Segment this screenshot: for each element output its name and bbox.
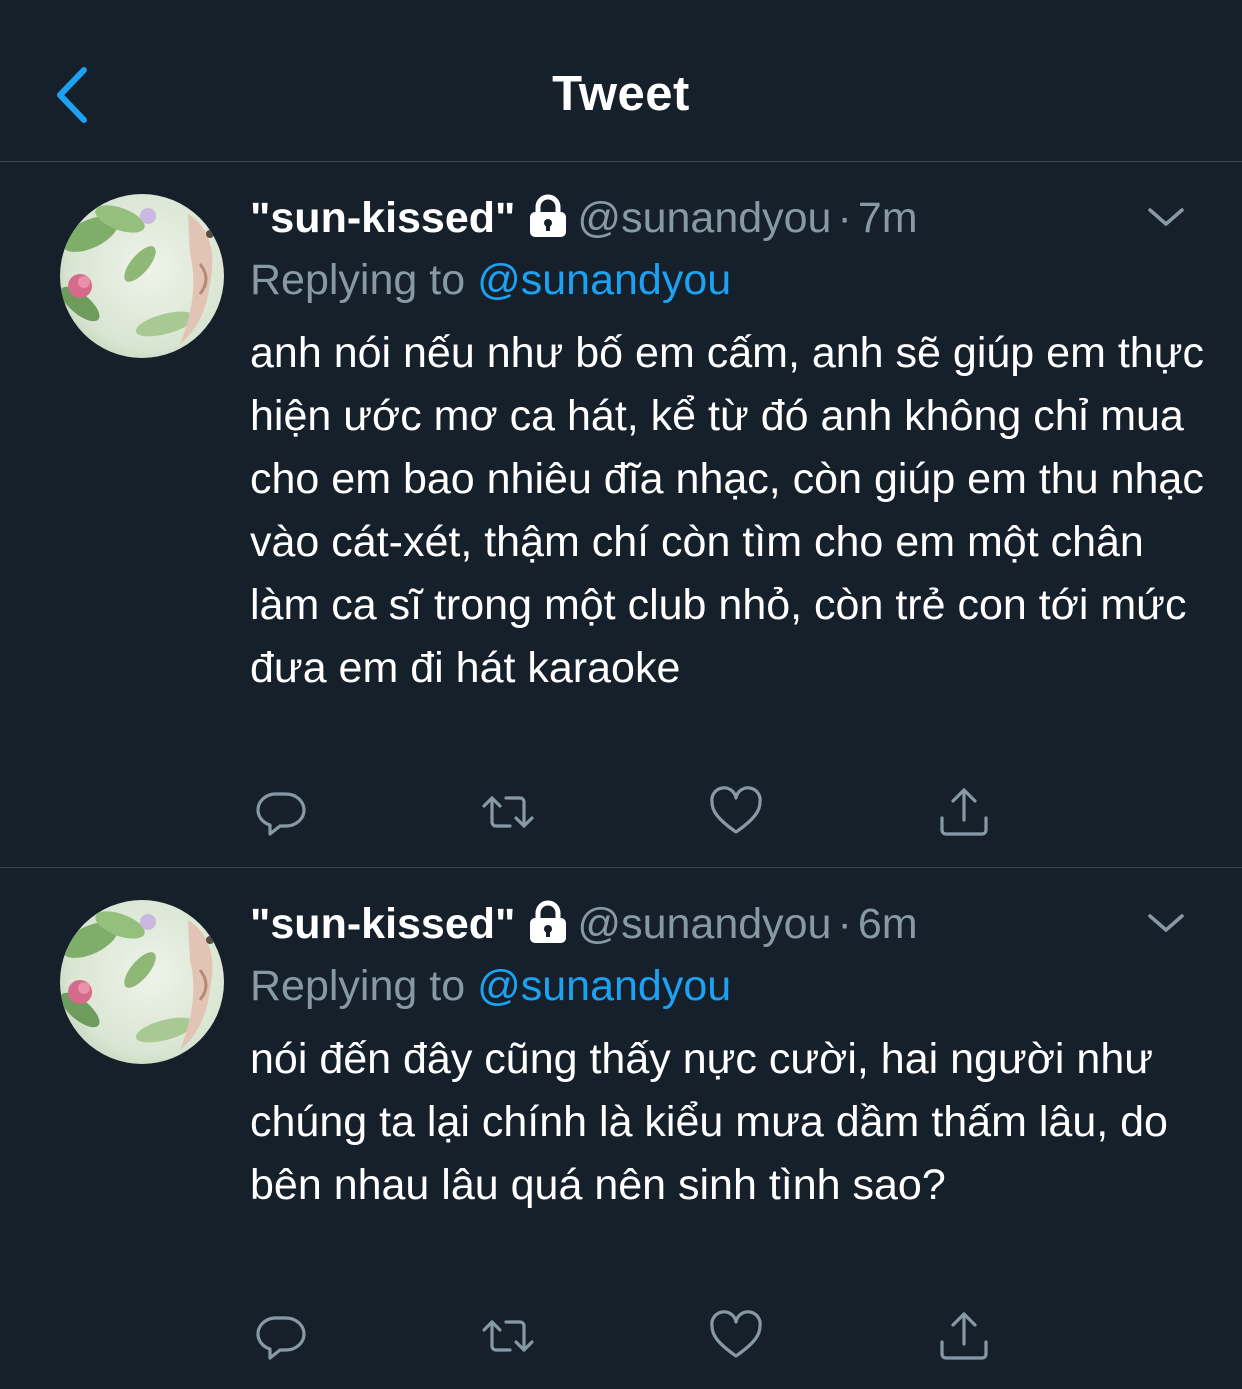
timestamp[interactable]: 7m — [858, 194, 918, 242]
display-name[interactable]: "sun-kissed" — [250, 900, 515, 948]
more-options-button[interactable] — [1146, 908, 1186, 938]
avatar[interactable] — [60, 900, 224, 1064]
user-handle[interactable]: @sunandyou — [577, 194, 831, 242]
user-handle[interactable]: @sunandyou — [577, 900, 831, 948]
tweet-header: "sun-kissed" @sunandyou · 6m — [250, 896, 918, 952]
replying-label: Replying to — [250, 256, 466, 304]
like-icon — [710, 786, 762, 834]
more-options-button[interactable] — [1146, 202, 1186, 232]
tweet-header: "sun-kissed" @sunandyou · 7m — [250, 190, 918, 246]
reply-icon — [256, 792, 306, 836]
separator-dot: · — [837, 900, 852, 948]
tweet-actions — [250, 782, 1010, 842]
separator-dot: · — [837, 194, 852, 242]
replying-to: Replying to @sunandyou — [250, 252, 731, 308]
reply-button[interactable] — [250, 1306, 310, 1366]
page-title: Tweet — [552, 67, 690, 121]
like-button[interactable] — [706, 1306, 766, 1366]
retweet-icon — [482, 1320, 534, 1352]
tweet-text: nói đến đây cũng thấy nực cười, hai ngườ… — [250, 1035, 1168, 1209]
timestamp[interactable]: 6m — [858, 900, 918, 948]
retweet-icon — [482, 796, 534, 828]
share-icon — [940, 1312, 988, 1360]
tweet[interactable]: "sun-kissed" @sunandyou · 7m Replying to @… — [0, 162, 1242, 868]
share-button[interactable] — [934, 782, 994, 842]
tweet-actions — [250, 1306, 1010, 1366]
retweet-button[interactable] — [478, 782, 538, 842]
top-bar: Tweet — [0, 0, 1242, 162]
share-icon — [940, 788, 988, 836]
share-button[interactable] — [934, 1306, 994, 1366]
replying-label: Replying to — [250, 962, 466, 1010]
avatar[interactable] — [60, 194, 224, 358]
like-icon — [710, 1310, 762, 1358]
chevron-down-icon — [1148, 914, 1184, 932]
tweet[interactable]: "sun-kissed" @sunandyou · 6m Replying to @… — [0, 868, 1242, 1389]
lock-icon — [530, 900, 567, 943]
reply-button[interactable] — [250, 782, 310, 842]
reply-icon — [256, 1316, 306, 1360]
reply-mention-link[interactable]: @sunandyou — [477, 256, 731, 304]
tweet-text: anh nói nếu như bố em cấm, anh sẽ giúp e… — [250, 329, 1204, 692]
display-name[interactable]: "sun-kissed" — [250, 194, 515, 242]
reply-mention-link[interactable]: @sunandyou — [477, 962, 731, 1010]
chevron-down-icon — [1148, 208, 1184, 226]
retweet-button[interactable] — [478, 1306, 538, 1366]
replying-to: Replying to @sunandyou — [250, 958, 731, 1014]
like-button[interactable] — [706, 782, 766, 842]
lock-icon — [530, 194, 567, 237]
